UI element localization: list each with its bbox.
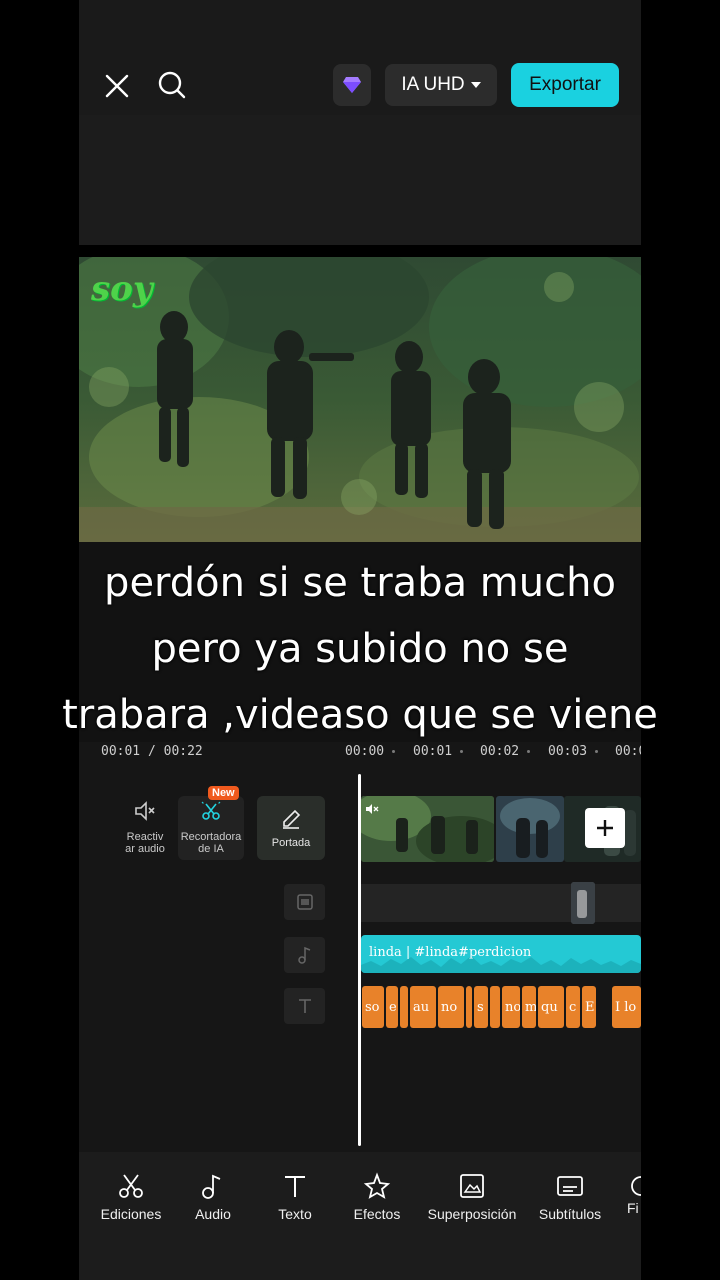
unmute-audio-button[interactable]: Reactiv ar audio (107, 800, 183, 855)
overlay-clip[interactable] (571, 882, 595, 924)
text-clip[interactable]: E (582, 986, 596, 1028)
ruler-dot (595, 750, 598, 753)
caption-line-3: trabara ,videaso que se viene (62, 692, 658, 738)
toolbar-subtitles-button[interactable]: Subtítulos (531, 1172, 609, 1222)
quality-dropdown[interactable]: IA UHD (385, 64, 497, 106)
text-clip[interactable]: au (410, 986, 436, 1028)
pencil-icon (283, 809, 301, 829)
top-bar: IA UHD Exportar (79, 0, 641, 115)
preview-spacer (79, 115, 641, 245)
close-icon[interactable] (101, 70, 133, 102)
text-clip[interactable]: qu (538, 986, 564, 1028)
new-badge: New (208, 786, 239, 800)
image-overlay-icon (460, 1174, 484, 1198)
export-button[interactable]: Exportar (511, 63, 619, 107)
music-note-icon (297, 946, 310, 964)
text-clip[interactable] (466, 986, 472, 1028)
toolbar-effects-label: Efectos (353, 1206, 401, 1222)
subtitles-icon (557, 1176, 583, 1196)
jungle-soldiers-frame (79, 257, 641, 542)
text-clip[interactable]: no (438, 986, 464, 1028)
ai-cutter-button[interactable]: Recortadora de IA (175, 800, 247, 855)
text-clip[interactable]: I lo (612, 986, 641, 1028)
text-t-icon (285, 1176, 305, 1197)
toolbar-filters-button[interactable]: Fi (627, 1172, 641, 1216)
toolbar-edits-label: Ediciones (100, 1206, 162, 1222)
overlay-track-icon[interactable] (284, 884, 325, 920)
toolbar-overlay-button[interactable]: Superposición (420, 1172, 524, 1222)
gem-icon (343, 77, 361, 93)
unmute-audio-label: Reactiv ar audio (125, 831, 165, 855)
toolbar-filters-label: Fi (627, 1200, 639, 1216)
text-clip[interactable]: c (566, 986, 580, 1028)
music-note-icon (202, 1174, 221, 1199)
cover-button[interactable]: Portada (257, 808, 325, 849)
toolbar-effects-button[interactable]: Efectos (342, 1172, 412, 1222)
text-clip[interactable]: no (502, 986, 520, 1028)
picture-in-picture-icon (296, 894, 313, 910)
toolbar-text-label: Texto (278, 1206, 312, 1222)
toolbar-edits-button[interactable]: Ediciones (91, 1172, 171, 1222)
preview-divider (79, 245, 641, 257)
text-clip[interactable]: m (522, 986, 536, 1028)
audio-clip-label: linda | #linda#perdicion (369, 945, 532, 960)
add-clip-button[interactable] (585, 808, 625, 848)
video-clip-1[interactable] (361, 796, 494, 862)
audio-track-icon[interactable] (284, 937, 325, 973)
text-track-icon[interactable] (284, 988, 325, 1024)
caption-overlay: perdón si se traba mucho pero ya subido … (0, 550, 720, 748)
speaker-mute-icon (135, 801, 155, 821)
toolbar-subtitles-label: Subtítulos (538, 1206, 602, 1222)
ai-cutter-label: Recortadora de IA (180, 831, 242, 855)
quality-label: IA UHD (401, 74, 465, 95)
video-clip-2[interactable] (496, 796, 564, 862)
ai-cutter-icon (201, 801, 221, 820)
toolbar-audio-button[interactable]: Audio (183, 1172, 243, 1222)
text-t-icon (298, 999, 311, 1013)
toolbar-overlay-label: Superposición (427, 1206, 517, 1222)
toolbar-audio-label: Audio (195, 1206, 231, 1222)
ruler-dot (527, 750, 530, 753)
premium-gem-button[interactable] (333, 64, 371, 106)
text-clip[interactable] (400, 986, 408, 1028)
search-icon[interactable] (155, 68, 189, 102)
text-clip[interactable]: so (362, 986, 384, 1028)
video-overlay-text: soy (91, 269, 153, 309)
text-clip[interactable] (490, 986, 500, 1028)
toolbar-text-button[interactable]: Texto (265, 1172, 325, 1222)
ruler-dot (460, 750, 463, 753)
caret-down-icon (470, 82, 481, 88)
filters-icon (631, 1176, 641, 1196)
plus-icon (597, 820, 613, 836)
video-preview[interactable]: soy (79, 257, 641, 542)
caption-line-1: perdón si se traba mucho (104, 560, 616, 606)
playhead[interactable] (358, 774, 361, 1146)
text-clip[interactable]: s (474, 986, 488, 1028)
audio-clip[interactable]: linda | #linda#perdicion (361, 935, 641, 973)
text-clip[interactable]: e (386, 986, 398, 1028)
sparkle-star-icon (363, 1172, 391, 1199)
ruler-dot (392, 750, 395, 753)
caption-line-2: pero ya subido no se (151, 626, 569, 672)
overlay-track (361, 884, 641, 922)
clip-muted-icon (365, 802, 379, 821)
scissors-icon (119, 1174, 143, 1198)
cover-label: Portada (271, 837, 311, 849)
